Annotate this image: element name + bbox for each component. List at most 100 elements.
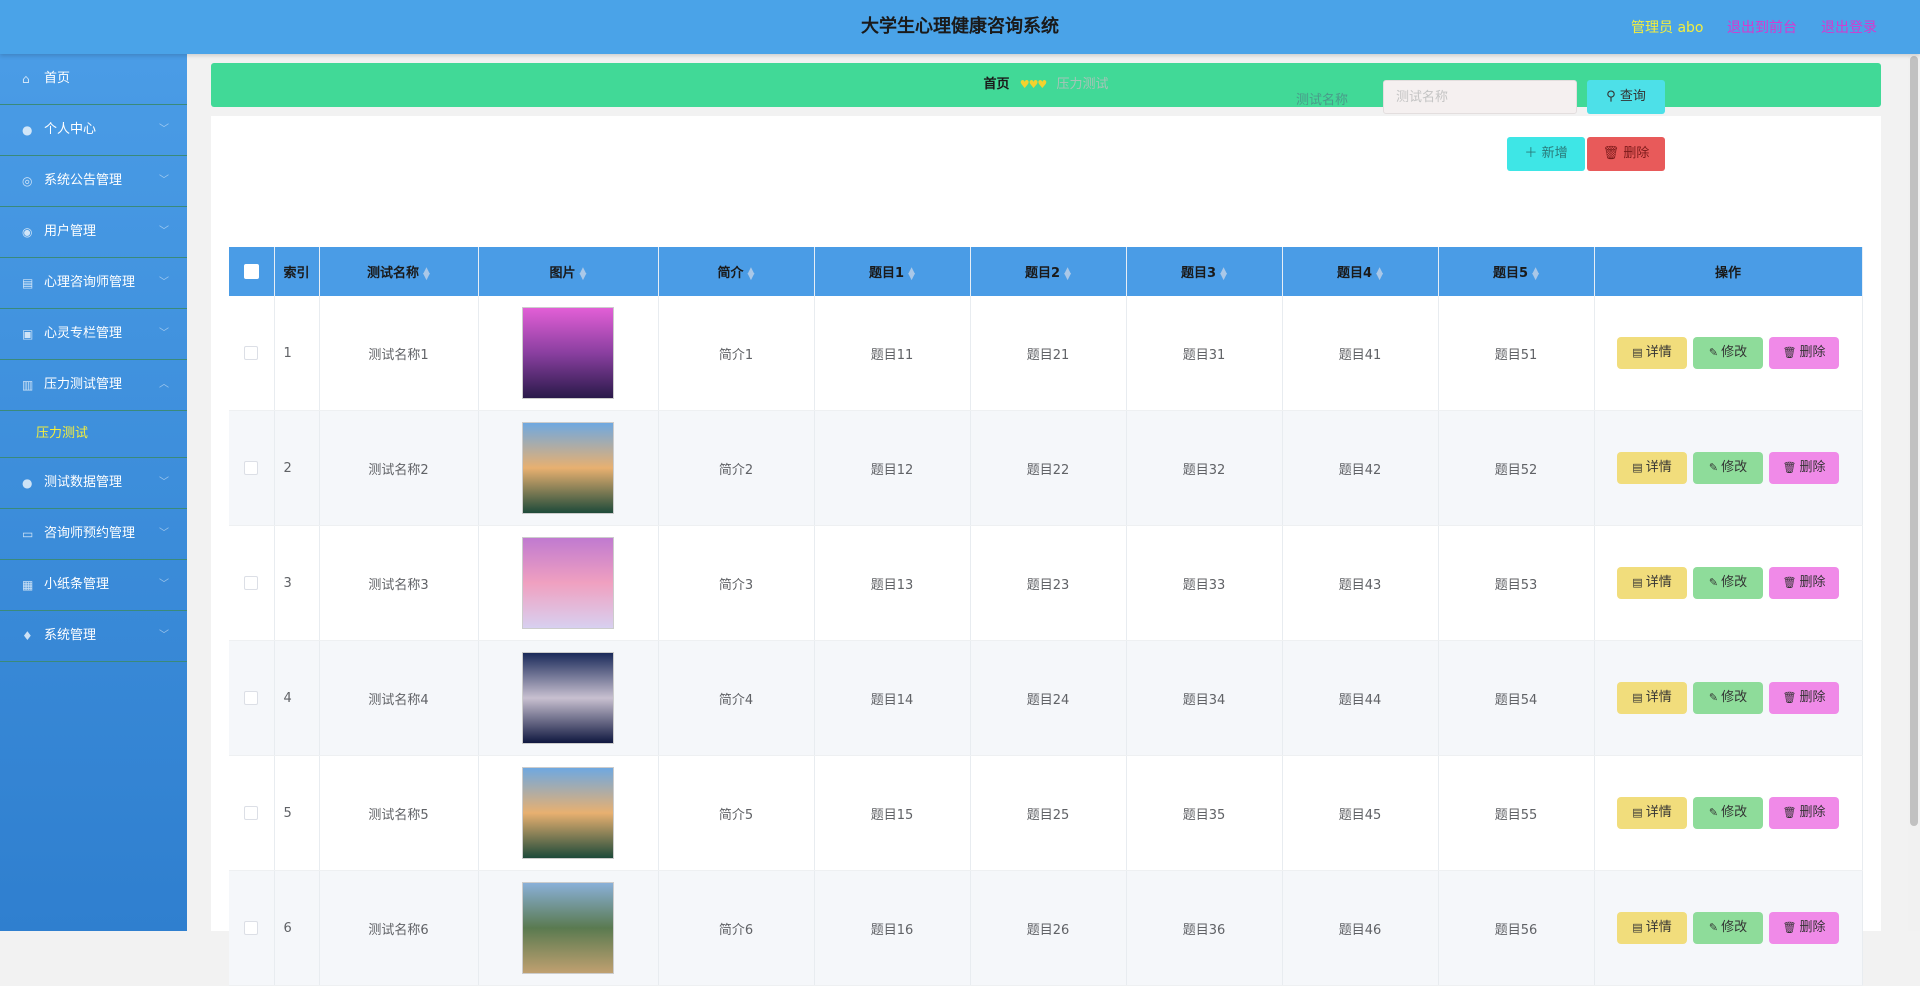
edit-button[interactable]: ✎ 修改 xyxy=(1693,452,1763,484)
sort-icon[interactable]: ▲ ▼ xyxy=(908,266,915,281)
row-checkbox[interactable] xyxy=(244,921,259,935)
edit-button[interactable]: ✎ 修改 xyxy=(1693,567,1763,599)
sidebar-item[interactable]: ◉ 用户管理 ﹀ xyxy=(0,207,187,258)
sidebar-item-label: 心灵专栏管理 xyxy=(44,326,123,341)
query-button[interactable]: ⚲ 查询 xyxy=(1587,80,1665,114)
table-header-row: 索引 测试名称 ▲ ▼ 图片 ▲ ▼ 简介 ▲ ▼ 题目1 ▲ ▼ 题目2 ▲ ▼ 题目3 ▲ ▼ 题目… xyxy=(229,247,1863,296)
delete-button[interactable]: 🗑 删除 xyxy=(1769,337,1839,369)
sidebar-item[interactable]: ▤ 心理咨询师管理 ﹀ xyxy=(0,258,187,309)
trash-icon: 🗑 xyxy=(1602,146,1620,161)
cell-q2: 题目24 xyxy=(970,640,1127,756)
cell-intro: 简介5 xyxy=(658,755,815,871)
col-header-q3[interactable]: 题目3 ▲ ▼ xyxy=(1126,247,1283,296)
cell-actions: ▤ 详情 ✎ 修改 🗑 删除 xyxy=(1594,755,1863,871)
row-checkbox[interactable] xyxy=(244,806,259,820)
pencil-icon: ✎ xyxy=(1708,921,1719,934)
table-row: 5 测试名称5 简介5 题目15 题目25 题目35 题目45 题目55 ▤ 详情 ✎ 修改 🗑 删除 xyxy=(229,755,1863,871)
cell-actions: ▤ 详情 ✎ 修改 🗑 删除 xyxy=(1594,870,1863,986)
sidebar-item[interactable]: ▥ 压力测试管理 ︿ xyxy=(0,360,187,411)
sort-icon[interactable]: ▲ ▼ xyxy=(423,266,430,281)
row-checkbox-cell[interactable] xyxy=(229,640,275,756)
sort-icon[interactable]: ▲ ▼ xyxy=(1220,266,1227,281)
row-checkbox-cell[interactable] xyxy=(229,296,275,411)
cell-image xyxy=(478,296,659,411)
cell-q2: 题目21 xyxy=(970,296,1127,411)
mic-icon: ♦ xyxy=(22,629,33,643)
sidebar-item-label: 系统公告管理 xyxy=(44,173,123,188)
edit-button[interactable]: ✎ 修改 xyxy=(1693,337,1763,369)
plus-icon: ＋ xyxy=(1524,146,1538,161)
sidebar-item[interactable]: ● 个人中心 ﹀ xyxy=(0,105,187,156)
sidebar-item[interactable]: ⌂ 首页 xyxy=(0,54,187,105)
col-header-name[interactable]: 测试名称 ▲ ▼ xyxy=(319,247,479,296)
row-checkbox[interactable] xyxy=(244,576,259,590)
trash-icon: 🗑 xyxy=(1782,921,1797,934)
delete-button-label: 删除 xyxy=(1799,805,1826,820)
edit-button[interactable]: ✎ 修改 xyxy=(1693,797,1763,829)
home-icon: ⌂ xyxy=(22,72,30,86)
row-checkbox-cell[interactable] xyxy=(229,525,275,641)
col-header-q1[interactable]: 题目1 ▲ ▼ xyxy=(814,247,971,296)
col-header-intro[interactable]: 简介 ▲ ▼ xyxy=(658,247,815,296)
row-checkbox[interactable] xyxy=(244,461,259,475)
back-to-frontend-link[interactable]: 退出到前台 xyxy=(1727,17,1797,37)
col-header-image[interactable]: 图片 ▲ ▼ xyxy=(478,247,659,296)
sort-icon[interactable]: ▲ ▼ xyxy=(1532,266,1539,281)
row-checkbox[interactable] xyxy=(244,691,259,705)
delete-button[interactable]: 🗑 删除 xyxy=(1769,567,1839,599)
cell-q3: 题目36 xyxy=(1126,870,1283,986)
col-header-q5[interactable]: 题目5 ▲ ▼ xyxy=(1438,247,1595,296)
cell-actions: ▤ 详情 ✎ 修改 🗑 删除 xyxy=(1594,410,1863,526)
row-checkbox[interactable] xyxy=(244,346,259,360)
chevron-down-icon: ﹀ xyxy=(159,175,169,186)
sidebar-item[interactable]: ◎ 系统公告管理 ﹀ xyxy=(0,156,187,207)
chevron-up-icon: ︿ xyxy=(159,379,169,390)
table-row: 2 测试名称2 简介2 题目12 题目22 题目32 题目42 题目52 ▤ 详情 ✎ 修改 🗑 删除 xyxy=(229,410,1863,526)
sort-icon[interactable]: ▲ ▼ xyxy=(1376,266,1383,281)
col-header-q4[interactable]: 题目4 ▲ ▼ xyxy=(1282,247,1439,296)
delete-button[interactable]: 🗑 删除 xyxy=(1769,452,1839,484)
batch-delete-button[interactable]: 🗑 删除 xyxy=(1587,137,1665,171)
sidebar-item[interactable]: ▭ 咨询师预约管理 ﹀ xyxy=(0,509,187,560)
detail-button[interactable]: ▤ 详情 xyxy=(1617,797,1687,829)
detail-button[interactable]: ▤ 详情 xyxy=(1617,567,1687,599)
add-button[interactable]: ＋ 新增 xyxy=(1507,137,1585,171)
cell-q4: 题目41 xyxy=(1282,296,1439,411)
breadcrumb-home[interactable]: 首页 xyxy=(984,77,1010,92)
sidebar-item[interactable]: ▦ 小纸条管理 ﹀ xyxy=(0,560,187,611)
detail-button[interactable]: ▤ 详情 xyxy=(1617,452,1687,484)
select-all-checkbox[interactable] xyxy=(243,264,259,279)
delete-button[interactable]: 🗑 删除 xyxy=(1769,912,1839,944)
briefcase-icon: ▣ xyxy=(22,327,34,341)
delete-button[interactable]: 🗑 删除 xyxy=(1769,797,1839,829)
detail-button-label: 详情 xyxy=(1645,575,1672,590)
row-checkbox-cell[interactable] xyxy=(229,755,275,871)
row-checkbox-cell[interactable] xyxy=(229,870,275,986)
sidebar-subitem-stress-test[interactable]: 压力测试 xyxy=(0,411,187,458)
edit-button-label: 修改 xyxy=(1721,460,1748,475)
detail-button-label: 详情 xyxy=(1645,690,1672,705)
detail-button[interactable]: ▤ 详情 xyxy=(1617,682,1687,714)
sidebar-item[interactable]: ● 测试数据管理 ﹀ xyxy=(0,458,187,509)
detail-button[interactable]: ▤ 详情 xyxy=(1617,912,1687,944)
edit-button[interactable]: ✎ 修改 xyxy=(1693,912,1763,944)
heart-separator-icon: ♥♥♥ xyxy=(1019,78,1048,91)
logout-link[interactable]: 退出登录 xyxy=(1821,17,1877,37)
row-checkbox-cell[interactable] xyxy=(229,410,275,526)
sort-icon[interactable]: ▲ ▼ xyxy=(1064,266,1071,281)
col-header-q2[interactable]: 题目2 ▲ ▼ xyxy=(970,247,1127,296)
search-input[interactable] xyxy=(1383,80,1577,114)
cell-q1: 题目16 xyxy=(814,870,971,986)
scrollbar-thumb[interactable] xyxy=(1910,56,1918,826)
sidebar-item[interactable]: ▣ 心灵专栏管理 ﹀ xyxy=(0,309,187,360)
grid-icon: ▦ xyxy=(22,578,34,592)
sort-icon[interactable]: ▲ ▼ xyxy=(748,266,755,281)
edit-button[interactable]: ✎ 修改 xyxy=(1693,682,1763,714)
sort-icon[interactable]: ▲ ▼ xyxy=(580,266,587,281)
sidebar-item[interactable]: ♦ 系统管理 ﹀ xyxy=(0,611,187,662)
delete-button[interactable]: 🗑 删除 xyxy=(1769,682,1839,714)
detail-button-label: 详情 xyxy=(1645,460,1672,475)
detail-button[interactable]: ▤ 详情 xyxy=(1617,337,1687,369)
vertical-scrollbar[interactable] xyxy=(1908,54,1920,931)
select-all-checkbox-cell[interactable] xyxy=(229,247,275,296)
